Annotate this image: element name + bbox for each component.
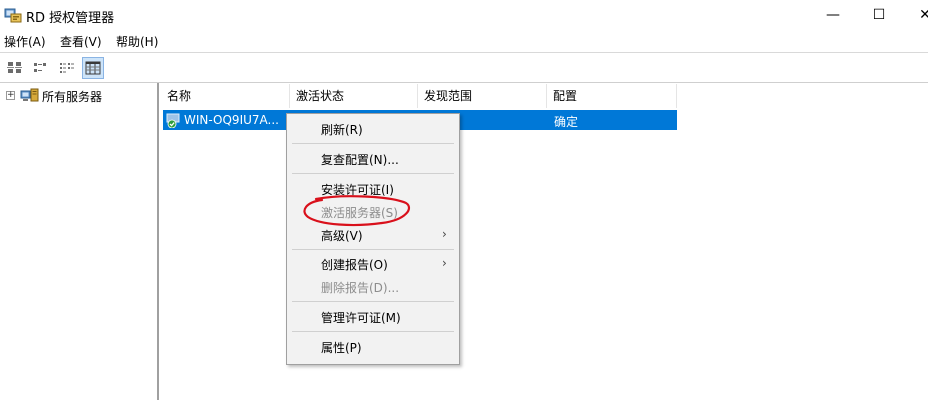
menu-item-manage-licenses[interactable]: 管理许可证(M)	[321, 309, 401, 326]
column-header-scope[interactable]: 发现范围	[418, 84, 547, 108]
list-view-button[interactable]	[56, 57, 78, 79]
tree-item-all-servers[interactable]: 所有服务器	[42, 88, 102, 105]
menu-item-delete-report[interactable]: 删除报告(D)...	[321, 279, 399, 296]
servers-icon	[20, 88, 39, 102]
menu-separator	[292, 143, 454, 144]
menu-help[interactable]: 帮助(H)	[116, 33, 158, 50]
menu-item-refresh[interactable]: 刷新(R)	[321, 121, 363, 138]
row-config-status: 确定	[554, 115, 579, 129]
column-header-config[interactable]: 配置	[547, 84, 677, 108]
large-icons-view-button[interactable]	[4, 57, 26, 79]
menu-item-review-config[interactable]: 复查配置(N)...	[321, 151, 399, 168]
list-pane	[159, 83, 928, 400]
title-bar	[0, 0, 928, 30]
server-ok-icon	[166, 113, 180, 128]
menu-separator	[292, 249, 454, 250]
menu-item-create-report[interactable]: 创建报告(O)	[321, 256, 388, 273]
menu-separator	[292, 173, 454, 174]
maximize-button[interactable]: ☐	[856, 0, 902, 30]
small-icons-view-icon	[34, 63, 46, 72]
annotation-ellipse	[303, 195, 411, 227]
details-view-button[interactable]	[82, 57, 104, 79]
menu-separator	[292, 301, 454, 302]
menu-item-advanced[interactable]: 高级(V)	[321, 227, 363, 244]
row-server-name: WIN-OQ9IU7A...	[184, 113, 279, 127]
list-view-icon	[60, 63, 74, 73]
chevron-right-icon: ›	[442, 256, 447, 270]
column-header-name[interactable]: 名称	[161, 84, 290, 108]
menu-bar: 操作(A) 查看(V) 帮助(H)	[0, 30, 928, 52]
minimize-button[interactable]: —	[810, 0, 856, 30]
toolbar	[0, 52, 928, 83]
chevron-right-icon: ›	[442, 227, 447, 241]
window-title: RD 授权管理器	[26, 11, 115, 26]
details-view-icon	[85, 61, 101, 75]
small-icons-view-button[interactable]	[30, 57, 52, 79]
menu-item-properties[interactable]: 属性(P)	[321, 339, 362, 356]
menu-view[interactable]: 查看(V)	[60, 33, 102, 50]
menu-separator	[292, 331, 454, 332]
large-icons-view-icon	[7, 62, 22, 73]
close-button[interactable]: ✕	[902, 0, 928, 30]
rd-licensing-app-icon	[4, 8, 22, 23]
tree-pane	[0, 83, 157, 400]
column-header-activation[interactable]: 激活状态	[290, 84, 418, 108]
tree-expand-icon[interactable]: +	[6, 91, 15, 100]
menu-action[interactable]: 操作(A)	[4, 33, 46, 50]
